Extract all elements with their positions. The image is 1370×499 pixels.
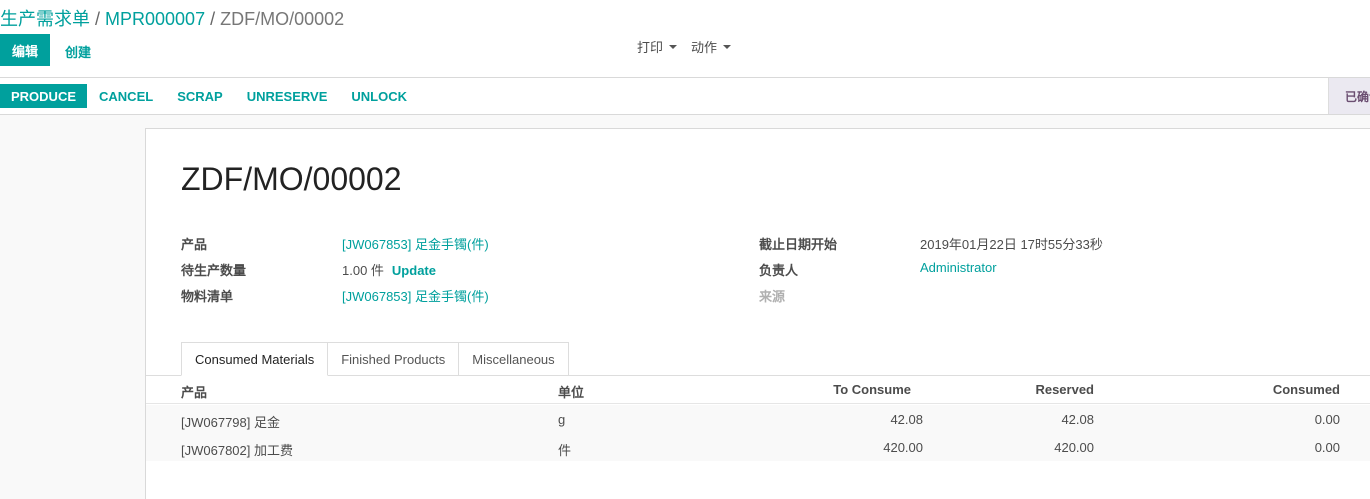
table-header: 产品 单位 To Consume Reserved Consumed	[146, 376, 1370, 404]
breadcrumb: 生产需求单 / MPR000007/ZDF/MO/00002	[0, 5, 344, 31]
produce-button[interactable]: PRODUCE	[0, 84, 88, 108]
source-label: 来源	[759, 289, 786, 304]
breadcrumb-separator: /	[210, 9, 216, 29]
qty-to-produce-field: 1.00 件 Update	[342, 260, 436, 279]
bom-label: 物料清单	[181, 289, 234, 304]
table-body: [JW067798] 足金 g 42.08 42.08 0.00 [JW0678…	[146, 405, 1370, 461]
qty-to-produce-label: 待生产数量	[181, 263, 247, 278]
update-quantity-button[interactable]: Update	[392, 263, 436, 278]
cancel-button[interactable]: CANCEL	[87, 84, 165, 108]
notebook-tabs: Consumed Materials Finished Products Mis…	[181, 342, 569, 376]
responsible-label: 负责人	[759, 263, 799, 278]
breadcrumb-parent-link[interactable]: MPR000007	[105, 9, 205, 29]
cell-product: [JW067802] 加工费	[181, 443, 293, 458]
action-menu-label: 动作	[691, 40, 718, 55]
column-header-product[interactable]: 产品	[181, 382, 207, 401]
caret-down-icon	[723, 44, 732, 49]
form-sheet: ZDF/MO/00002 产品 [JW067853] 足金手镯(件) 待生产数量…	[145, 128, 1370, 499]
deadline-start-label: 截止日期开始	[759, 237, 838, 252]
print-menu-label: 打印	[637, 40, 664, 55]
cell-consumed: 0.00	[1314, 412, 1340, 427]
breadcrumb-root-link[interactable]: 生产需求单	[0, 9, 90, 29]
column-header-reserved[interactable]: Reserved	[1035, 382, 1094, 397]
column-header-consumed[interactable]: Consumed	[1273, 382, 1340, 397]
deadline-start-value: 2019年01月22日 17时55分33秒	[920, 237, 1103, 252]
action-menu[interactable]: 动作	[691, 37, 732, 56]
cell-reserved: 42.08	[1061, 412, 1094, 427]
cell-to-consume: 42.08	[890, 412, 923, 427]
unlock-button[interactable]: UNLOCK	[339, 84, 419, 108]
tab-consumed-materials[interactable]: Consumed Materials	[181, 342, 329, 376]
column-header-uom[interactable]: 单位	[558, 382, 584, 401]
statusbar-actions: PRODUCE CANCEL SCRAP UNRESERVE UNLOCK	[0, 84, 419, 108]
sidebar-menus: 打印 动作	[637, 37, 732, 56]
caret-down-icon	[669, 44, 678, 49]
breadcrumb-separator: /	[95, 9, 101, 29]
control-panel: 生产需求单 / MPR000007/ZDF/MO/00002 编辑 创建 打印 动作	[0, 0, 1370, 78]
table-row[interactable]: [JW067798] 足金 g 42.08 42.08 0.00	[146, 405, 1370, 433]
cell-uom: 件	[558, 443, 572, 458]
record-title: ZDF/MO/00002	[181, 161, 402, 197]
cell-consumed: 0.00	[1314, 440, 1340, 455]
cell-reserved: 420.00	[1054, 440, 1094, 455]
scrap-button[interactable]: SCRAP	[165, 84, 235, 108]
product-link[interactable]: [JW067853] 足金手镯(件)	[342, 234, 489, 253]
print-menu[interactable]: 打印	[637, 37, 678, 56]
cell-to-consume: 420.00	[883, 440, 923, 455]
tab-miscellaneous[interactable]: Miscellaneous	[458, 342, 569, 376]
product-label: 产品	[181, 237, 208, 252]
status-stage-confirmed[interactable]: 已确认	[1328, 78, 1370, 114]
statusbar: PRODUCE CANCEL SCRAP UNRESERVE UNLOCK 已确…	[0, 78, 1370, 115]
qty-to-produce-value: 1.00 件	[342, 263, 384, 278]
create-button[interactable]: 创建	[65, 42, 91, 61]
breadcrumb-current: ZDF/MO/00002	[220, 9, 345, 29]
cell-product: [JW067798] 足金	[181, 415, 280, 430]
edit-button[interactable]: 编辑	[0, 34, 50, 66]
column-header-to-consume[interactable]: To Consume	[833, 382, 911, 397]
bom-link[interactable]: [JW067853] 足金手镯(件)	[342, 286, 489, 305]
cell-uom: g	[558, 412, 566, 427]
responsible-link[interactable]: Administrator	[920, 260, 997, 275]
unreserve-button[interactable]: UNRESERVE	[235, 84, 340, 108]
tab-finished-products[interactable]: Finished Products	[327, 342, 460, 376]
table-row[interactable]: [JW067802] 加工费 件 420.00 420.00 0.00	[146, 433, 1370, 461]
